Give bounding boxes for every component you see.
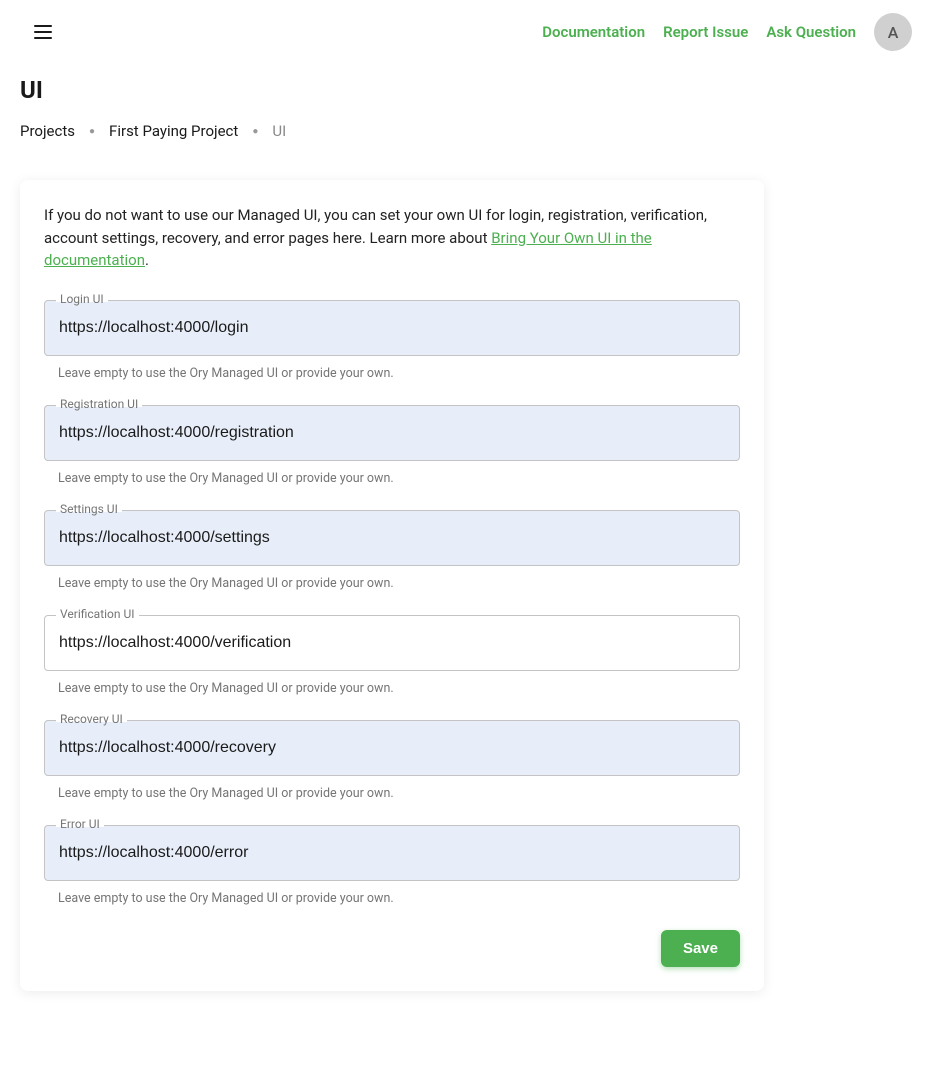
breadcrumb-separator-icon: ●	[252, 126, 258, 137]
breadcrumb-projects[interactable]: Projects	[20, 122, 75, 140]
error-ui-field-group: Error UI Leave empty to use the Ory Mana…	[44, 825, 740, 906]
error-ui-input[interactable]	[44, 825, 740, 881]
breadcrumb-project-name[interactable]: First Paying Project	[109, 122, 238, 140]
recovery-ui-helper: Leave empty to use the Ory Managed UI or…	[58, 786, 740, 801]
intro-after: .	[145, 251, 149, 269]
header: Documentation Report Issue Ask Question …	[0, 0, 932, 64]
registration-ui-label: Registration UI	[56, 397, 142, 411]
settings-ui-label: Settings UI	[56, 502, 122, 516]
settings-ui-input[interactable]	[44, 510, 740, 566]
header-right: Documentation Report Issue Ask Question …	[542, 13, 912, 51]
recovery-ui-input[interactable]	[44, 720, 740, 776]
login-ui-label: Login UI	[56, 292, 108, 306]
report-issue-link[interactable]: Report Issue	[663, 23, 748, 41]
avatar[interactable]: A	[874, 13, 912, 51]
registration-ui-input[interactable]	[44, 405, 740, 461]
login-ui-helper: Leave empty to use the Ory Managed UI or…	[58, 366, 740, 381]
verification-ui-input[interactable]	[44, 615, 740, 671]
error-ui-helper: Leave empty to use the Ory Managed UI or…	[58, 891, 740, 906]
documentation-link[interactable]: Documentation	[542, 23, 645, 41]
actions-row: Save	[44, 930, 740, 967]
menu-icon[interactable]	[34, 20, 58, 44]
ask-question-link[interactable]: Ask Question	[766, 23, 856, 41]
breadcrumb: Projects ● First Paying Project ● UI	[20, 122, 912, 140]
breadcrumb-current: UI	[272, 122, 286, 140]
page-title: UI	[20, 76, 912, 104]
settings-card: If you do not want to use our Managed UI…	[20, 180, 764, 991]
content: UI Projects ● First Paying Project ● UI …	[0, 64, 932, 1031]
settings-ui-helper: Leave empty to use the Ory Managed UI or…	[58, 576, 740, 591]
recovery-ui-label: Recovery UI	[56, 712, 127, 726]
registration-ui-field-group: Registration UI Leave empty to use the O…	[44, 405, 740, 486]
error-ui-label: Error UI	[56, 817, 104, 831]
verification-ui-field-group: Verification UI Leave empty to use the O…	[44, 615, 740, 696]
verification-ui-label: Verification UI	[56, 607, 139, 621]
login-ui-input[interactable]	[44, 300, 740, 356]
settings-ui-field-group: Settings UI Leave empty to use the Ory M…	[44, 510, 740, 591]
breadcrumb-separator-icon: ●	[89, 126, 95, 137]
registration-ui-helper: Leave empty to use the Ory Managed UI or…	[58, 471, 740, 486]
verification-ui-helper: Leave empty to use the Ory Managed UI or…	[58, 681, 740, 696]
recovery-ui-field-group: Recovery UI Leave empty to use the Ory M…	[44, 720, 740, 801]
intro-text: If you do not want to use our Managed UI…	[44, 204, 740, 272]
save-button[interactable]: Save	[661, 930, 740, 967]
login-ui-field-group: Login UI Leave empty to use the Ory Mana…	[44, 300, 740, 381]
